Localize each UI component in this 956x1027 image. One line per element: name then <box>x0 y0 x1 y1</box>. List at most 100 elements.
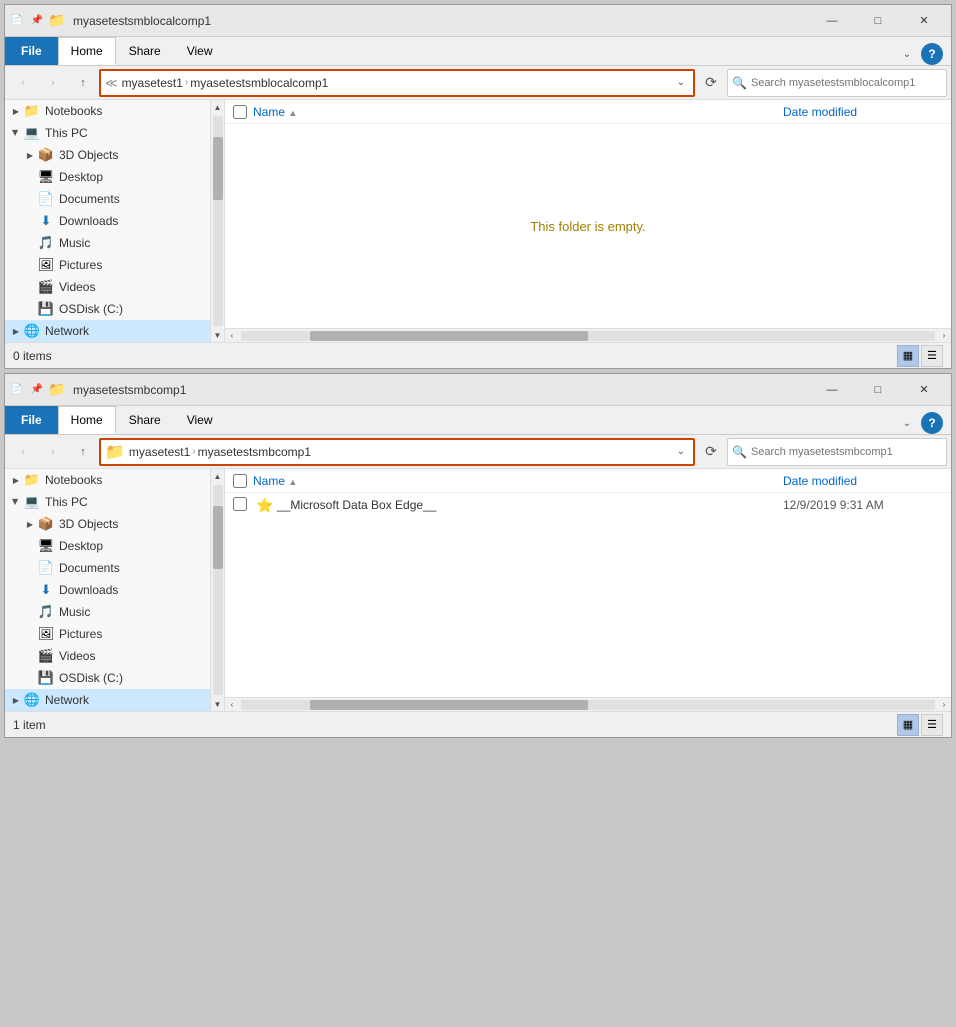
tab-share-2[interactable]: Share <box>116 406 174 434</box>
path-part2-1[interactable]: myasetestsmblocalcomp1 <box>190 76 328 90</box>
maximize-button-2[interactable]: □ <box>855 374 901 406</box>
sidebar-item-network-1[interactable]: ▶ 🌐 Network <box>5 320 210 342</box>
back-button-1[interactable]: ‹ <box>9 69 37 97</box>
network-arrow-1: ▶ <box>9 324 23 338</box>
sidebar-item-osdisk-2[interactable]: ▶ 💾 OSDisk (C:) <box>5 667 210 689</box>
vscroll-down-1[interactable]: ▼ <box>211 328 225 342</box>
search-icon-1: 🔍 <box>732 76 747 90</box>
minimize-button-1[interactable]: — <box>809 5 855 37</box>
minimize-button-2[interactable]: — <box>809 374 855 406</box>
thispc-arrow-2: ▶ <box>9 495 23 509</box>
tab-share-1[interactable]: Share <box>116 37 174 65</box>
col-date-header-2[interactable]: Date modified <box>783 474 943 488</box>
sidebar-item-thispc-2[interactable]: ▶ 💻 This PC <box>5 491 210 513</box>
sidebar-item-notebooks-2[interactable]: ▶ 📁 Notebooks <box>5 469 210 491</box>
tab-home-1[interactable]: Home <box>58 37 116 65</box>
view-tiles-btn-2[interactable]: ▦ <box>897 714 919 736</box>
tab-view-1[interactable]: View <box>174 37 226 65</box>
address-box-1[interactable]: ≪ myasetest1 › myasetestsmblocalcomp1 ⌄ <box>99 69 695 97</box>
tab-home-2[interactable]: Home <box>58 406 116 434</box>
maximize-button-1[interactable]: □ <box>855 5 901 37</box>
address-path-2: myasetest1 › myasetestsmbcomp1 <box>129 445 669 459</box>
close-button-1[interactable]: ✕ <box>901 5 947 37</box>
col-name-header-2[interactable]: Name ▲ <box>253 474 783 488</box>
view-list-btn-2[interactable]: ☰ <box>921 714 943 736</box>
sidebar-item-3dobjects-1[interactable]: ▶ 📦 3D Objects <box>5 144 210 166</box>
path-sep-2: › <box>192 446 195 457</box>
vscroll-up-1[interactable]: ▲ <box>211 100 225 114</box>
sidebar-item-documents-2[interactable]: ▶ 📄 Documents <box>5 557 210 579</box>
refresh-button-1[interactable]: ⟳ <box>697 69 725 97</box>
sidebar-item-music-1[interactable]: ▶ 🎵 Music <box>5 232 210 254</box>
col-date-header-1[interactable]: Date modified <box>783 105 943 119</box>
sidebar-item-downloads-2[interactable]: ▶ ⬇ Downloads <box>5 579 210 601</box>
view-list-btn-1[interactable]: ☰ <box>921 345 943 367</box>
hscroll-right-2[interactable]: › <box>937 698 951 712</box>
back-button-2[interactable]: ‹ <box>9 438 37 466</box>
title-bar-icons-2: 📄 📌 📁 <box>9 382 65 398</box>
tab-file-2[interactable]: File <box>5 406 58 434</box>
help-button-2[interactable]: ? <box>921 412 943 434</box>
sidebar-item-osdisk-1[interactable]: ▶ 💾 OSDisk (C:) <box>5 298 210 320</box>
hscroll-track-2[interactable] <box>241 700 935 710</box>
addr-chevron-1[interactable]: ⌄ <box>673 75 689 91</box>
sidebar-item-network-2[interactable]: ▶ 🌐 Network <box>5 689 210 711</box>
sidebar-item-desktop-2[interactable]: ▶ 🖥 Desktop <box>5 535 210 557</box>
header-checkbox-1[interactable] <box>233 105 253 119</box>
sidebar-item-videos-1[interactable]: ▶ 🎬 Videos <box>5 276 210 298</box>
vscroll-track-2[interactable] <box>213 485 223 695</box>
hscroll-left-2[interactable]: ‹ <box>225 698 239 712</box>
hscroll-right-1[interactable]: › <box>937 329 951 343</box>
documents-label-1: Documents <box>59 192 120 206</box>
sidebar-item-3dobjects-2[interactable]: ▶ 📦 3D Objects <box>5 513 210 535</box>
path-part1-1[interactable]: myasetest1 <box>122 76 183 90</box>
forward-button-1[interactable]: › <box>39 69 67 97</box>
refresh-button-2[interactable]: ⟳ <box>697 438 725 466</box>
tab-view-2[interactable]: View <box>174 406 226 434</box>
sidebar-item-thispc-1[interactable]: ▶ 💻 This PC <box>5 122 210 144</box>
select-all-checkbox-2[interactable] <box>233 474 247 488</box>
file-check-1[interactable] <box>233 497 247 511</box>
sidebar-item-desktop-1[interactable]: ▶ 🖥 Desktop <box>5 166 210 188</box>
sidebar-item-downloads-1[interactable]: ▶ ⬇ Downloads <box>5 210 210 232</box>
search-input-1[interactable] <box>751 77 942 89</box>
sidebar-item-music-2[interactable]: ▶ 🎵 Music <box>5 601 210 623</box>
select-all-checkbox-1[interactable] <box>233 105 247 119</box>
hscroll-left-1[interactable]: ‹ <box>225 329 239 343</box>
expand-btn-2[interactable]: ⌄ <box>897 413 917 433</box>
sidebar-item-documents-1[interactable]: ▶ 📄 Documents <box>5 188 210 210</box>
view-buttons-1: ▦ ☰ <box>897 345 943 367</box>
sidebar-item-videos-2[interactable]: ▶ 🎬 Videos <box>5 645 210 667</box>
file-checkbox-1[interactable] <box>233 497 253 514</box>
tab-file-1[interactable]: File <box>5 37 58 65</box>
table-row[interactable]: ⭐ __Microsoft Data Box Edge__ 12/9/2019 … <box>225 493 951 517</box>
header-checkbox-2[interactable] <box>233 474 253 488</box>
vscroll-down-2[interactable]: ▼ <box>211 697 225 711</box>
path-part1-2[interactable]: myasetest1 <box>129 445 190 459</box>
search-input-2[interactable] <box>751 446 942 458</box>
view-tiles-btn-1[interactable]: ▦ <box>897 345 919 367</box>
hscroll-1: ‹ › <box>225 328 951 342</box>
ribbon-1: File Home Share View ⌄ ? <box>5 37 951 66</box>
sidebar-item-pictures-2[interactable]: ▶ 🖼 Pictures <box>5 623 210 645</box>
address-box-2[interactable]: 📁 myasetest1 › myasetestsmbcomp1 ⌄ <box>99 438 695 466</box>
sidebar-vscroll-2[interactable]: ▲ ▼ <box>210 469 224 711</box>
addr-chevron-2[interactable]: ⌄ <box>673 444 689 460</box>
help-button-1[interactable]: ? <box>921 43 943 65</box>
vscroll-up-2[interactable]: ▲ <box>211 469 225 483</box>
hscroll-track-1[interactable] <box>241 331 935 341</box>
forward-button-2[interactable]: › <box>39 438 67 466</box>
search-icon-2: 🔍 <box>732 445 747 459</box>
expand-btn-1[interactable]: ⌄ <box>897 44 917 64</box>
vscroll-track-1[interactable] <box>213 116 223 326</box>
up-button-1[interactable]: ↑ <box>69 69 97 97</box>
up-button-2[interactable]: ↑ <box>69 438 97 466</box>
hscroll-2: ‹ › <box>225 697 951 711</box>
sidebar-item-notebooks-1[interactable]: ▶ 📁 Notebooks <box>5 100 210 122</box>
path-part2-2[interactable]: myasetestsmbcomp1 <box>198 445 311 459</box>
sidebar-item-pictures-1[interactable]: ▶ 🖼 Pictures <box>5 254 210 276</box>
sidebar-vscroll-1[interactable]: ▲ ▼ <box>210 100 224 342</box>
col-name-header-1[interactable]: Name ▲ <box>253 105 783 119</box>
close-button-2[interactable]: ✕ <box>901 374 947 406</box>
file-icon-2: 📄 <box>9 382 25 398</box>
